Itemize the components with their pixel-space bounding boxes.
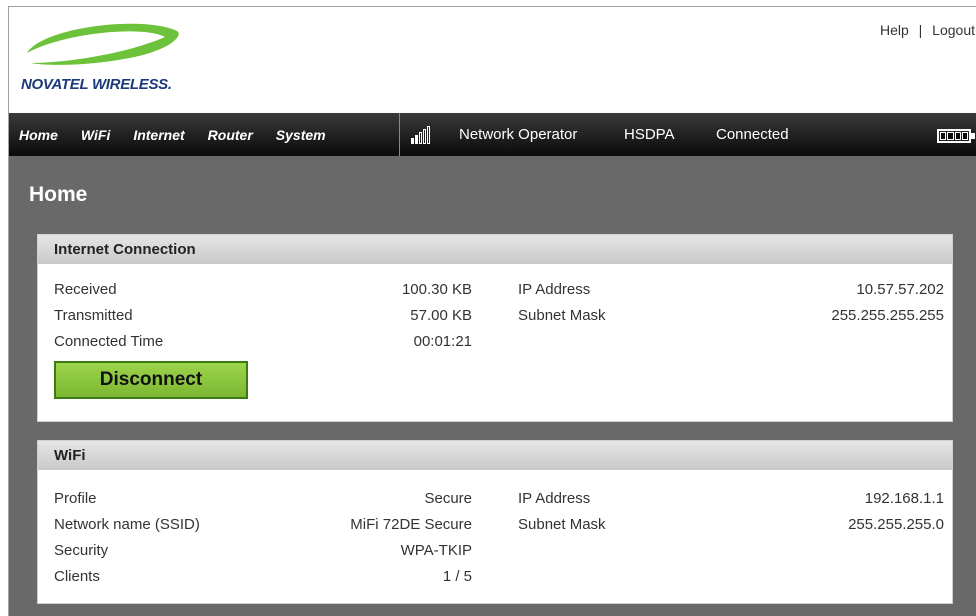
nav-bar: Home WiFi Internet Router System Network… bbox=[9, 113, 976, 156]
network-operator: Network Operator bbox=[459, 126, 578, 143]
nav-divider bbox=[399, 113, 400, 156]
panel-title: Internet Connection bbox=[38, 235, 952, 264]
wifi-subnet-mask-value: 255.255.255.0 bbox=[848, 516, 944, 533]
signal-bar bbox=[427, 126, 430, 144]
battery-nub bbox=[971, 133, 975, 139]
connected-time-label: Connected Time bbox=[54, 333, 164, 350]
subnet-mask-value: 255.255.255.255 bbox=[831, 307, 944, 324]
signal-bar bbox=[411, 138, 414, 144]
battery-cell bbox=[947, 132, 954, 140]
received-value: 100.30 KB bbox=[401, 281, 472, 298]
wifi-ip-address-label: IP Address bbox=[518, 490, 591, 507]
received-label: Received bbox=[54, 281, 117, 298]
nav-router[interactable]: Router bbox=[208, 127, 253, 143]
wifi-subnet-mask-label: Subnet Mask bbox=[518, 516, 606, 533]
connection-status: Connected bbox=[716, 126, 789, 143]
ip-address-label: IP Address bbox=[518, 281, 591, 298]
battery-cell bbox=[940, 132, 947, 140]
logout-link[interactable]: Logout bbox=[932, 22, 975, 38]
subnet-mask-label: Subnet Mask bbox=[518, 307, 606, 324]
transmitted-value: 57.00 KB bbox=[410, 307, 472, 324]
main-nav: Home WiFi Internet Router System bbox=[19, 113, 349, 156]
security-value: WPA-TKIP bbox=[400, 542, 472, 559]
page-title: Home bbox=[29, 183, 88, 206]
nav-system[interactable]: System bbox=[276, 127, 326, 143]
wifi-ip-address-value: 192.168.1.1 bbox=[864, 490, 944, 507]
wifi-panel: WiFi Profile Secure Network name (SSID) … bbox=[37, 440, 953, 604]
disconnect-button[interactable]: Disconnect bbox=[54, 361, 248, 399]
top-links: Help | Logout bbox=[880, 22, 975, 38]
security-label: Security bbox=[54, 542, 109, 559]
router-admin-page: NOVATEL WIRELESS. Help | Logout Home WiF… bbox=[8, 6, 976, 616]
novatel-swoosh-logo-icon bbox=[27, 23, 179, 65]
battery-cell bbox=[954, 132, 961, 140]
clients-label: Clients bbox=[54, 568, 100, 585]
internet-connection-panel: Internet Connection Received 100.30 KB T… bbox=[37, 234, 953, 422]
clients-value: 1 / 5 bbox=[442, 568, 472, 585]
panel-title: WiFi bbox=[38, 441, 952, 470]
profile-label: Profile bbox=[54, 490, 97, 507]
header: NOVATEL WIRELESS. Help | Logout bbox=[9, 7, 976, 113]
signal-bar bbox=[423, 129, 426, 144]
nav-internet[interactable]: Internet bbox=[133, 127, 184, 143]
profile-value: Secure bbox=[424, 490, 472, 507]
main-content: Home Internet Connection Received 100.30… bbox=[9, 156, 976, 616]
help-link[interactable]: Help bbox=[880, 22, 909, 38]
ip-address-value: 10.57.57.202 bbox=[856, 281, 944, 298]
nav-home[interactable]: Home bbox=[19, 127, 58, 143]
top-links-separator: | bbox=[918, 22, 923, 38]
nav-wifi[interactable]: WiFi bbox=[81, 127, 110, 143]
transmitted-label: Transmitted bbox=[54, 307, 133, 324]
ssid-label: Network name (SSID) bbox=[54, 516, 200, 533]
battery-icon bbox=[937, 129, 971, 143]
connected-time-value: 00:01:21 bbox=[413, 333, 472, 350]
battery-cell bbox=[961, 132, 968, 140]
ssid-value: MiFi 72DE Secure bbox=[350, 516, 472, 533]
network-technology: HSDPA bbox=[624, 126, 675, 143]
brand-name: NOVATEL WIRELESS. bbox=[21, 76, 172, 93]
signal-bar bbox=[419, 132, 422, 144]
signal-strength-icon bbox=[411, 126, 430, 144]
signal-bar bbox=[415, 135, 418, 144]
